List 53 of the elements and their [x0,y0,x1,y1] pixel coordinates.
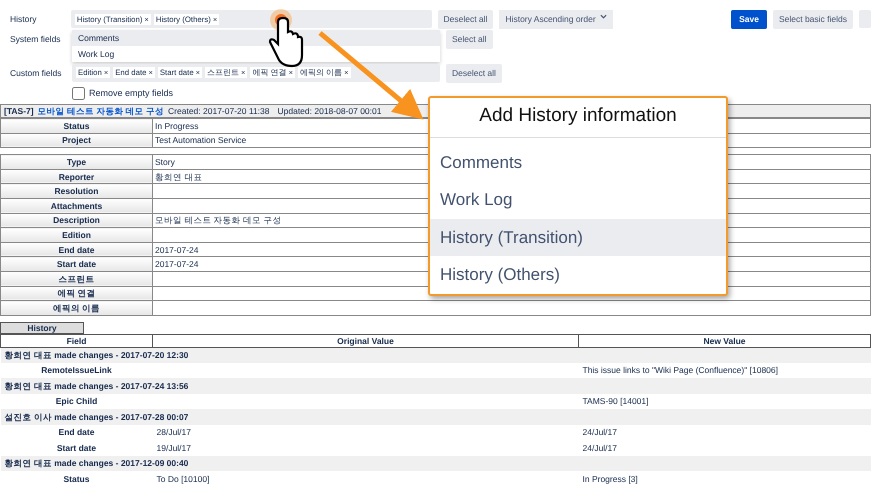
field-label: Start date [0,256,152,272]
select-basic-button[interactable]: Select basic fields [772,10,854,29]
field-label: Custom fields [10,66,62,80]
created-text: Created: 2017-07-20 11:38 [168,105,270,117]
column-header: Original Value [152,334,578,348]
field-label: History [10,13,38,26]
order-select[interactable]: History Ascending order [499,10,614,29]
select-value: History Ascending order [505,13,596,26]
field-label: Status [0,118,152,134]
table-cell-text: 24/Jul/17 [582,442,618,455]
field-label: Reporter [0,169,152,184]
table-cell-text: Start date [56,442,98,455]
field-label: Type [0,154,152,170]
field-label: Project [0,133,152,148]
field-label: Attachments [0,198,152,214]
table-cell: RemoteIssueLink [0,362,152,378]
field-label: 에픽 연결 [0,286,152,301]
checkbox[interactable] [72,86,85,100]
deselect-button[interactable]: Deselect all [438,10,494,29]
dropdown-item[interactable]: Comments [72,30,440,46]
dropdown-item[interactable]: Work Log [72,46,440,62]
field-label: Description [0,213,152,228]
change-header: 황희연 대표 made changes - 2017-12-09 00:40 [0,456,870,472]
column-header: Field [0,334,152,348]
field-label: Edition [0,228,152,242]
field-label: System fields [10,32,62,46]
table-cell: End date [0,424,152,440]
table-cell: To Do [10100] [152,471,578,487]
change-header: 황희연 대표 made changes - 2017-07-20 12:30 [0,347,870,363]
table-cell: 24/Jul/17 [578,424,870,440]
select-all-button[interactable]: Select all [446,30,492,48]
table-cell: This issue links to "Wiki Page (Confluence)" [10806] [578,362,870,378]
table-cell: In Progress [3] [578,471,870,487]
table-cell: Status [0,471,152,487]
table-cell: 28/Jul/17 [152,424,578,440]
change-header: 설진호 이사 made changes - 2017-07-28 00:07 [0,409,870,425]
table-cell: Epic Child [0,394,152,410]
caret-icon [600,13,608,20]
change-header: 황희연 대표 made changes - 2017-07-24 13:56 [0,378,870,394]
section-title: History [0,322,84,334]
save-button[interactable]: Save [731,10,767,29]
column-header: New Value [578,334,870,348]
field-label: End date [0,242,152,257]
field-label: 에픽의 이름 [0,300,152,316]
updated-text: Updated: 2018-08-07 00:01 [278,105,382,117]
table-cell: TAMS-90 [14001] [578,394,870,410]
field-label: 스프린트 [0,271,152,286]
issue-key: [TAS-7] [4,105,34,117]
issue-link[interactable]: 모바일 테스트 자동화 데모 구성 [38,105,164,117]
table-cell-text: 19/Jul/17 [156,442,192,455]
field-label: Resolution [0,184,152,198]
deselect-button[interactable]: Deselect all [446,64,502,82]
checkbox-label: Remove empty fields [89,86,174,100]
